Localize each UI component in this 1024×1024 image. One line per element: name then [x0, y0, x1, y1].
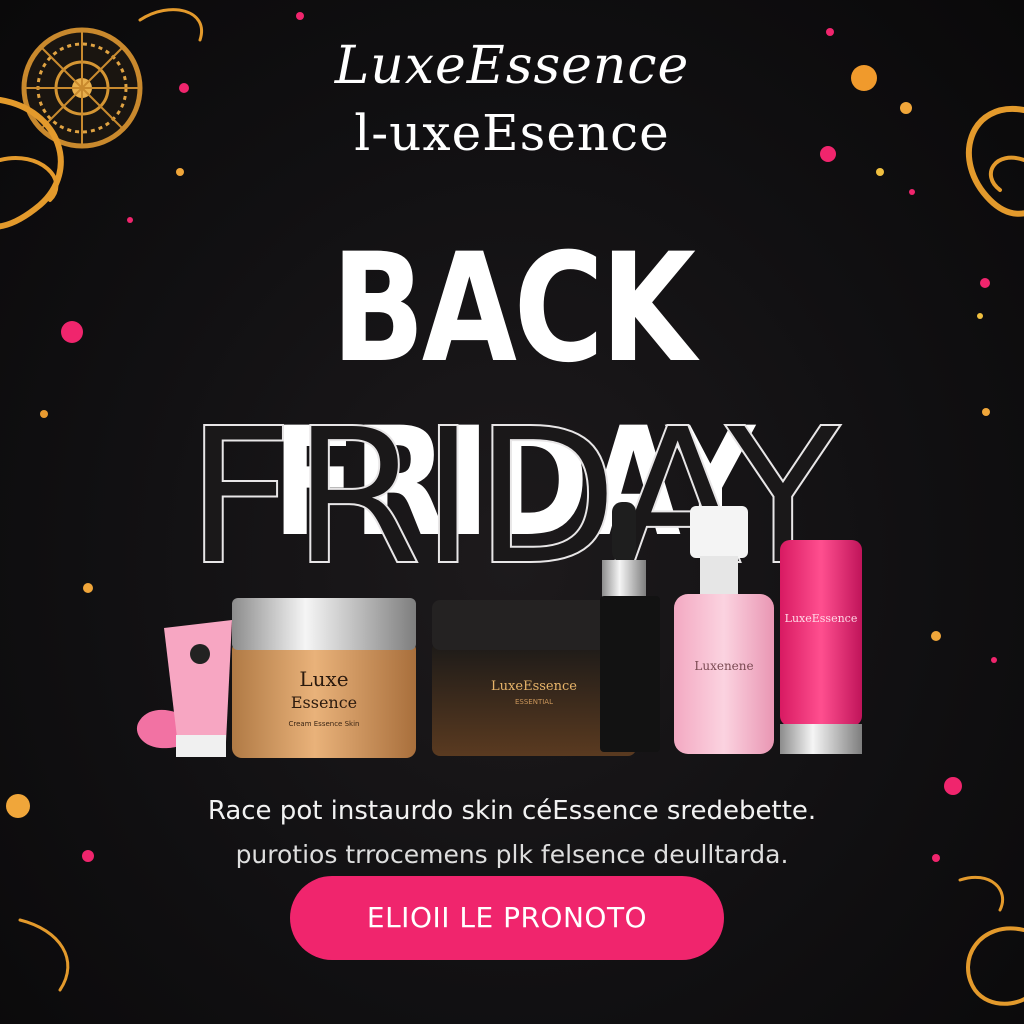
product-pink-bottle: LuxeEssence — [780, 540, 862, 754]
promo-poster: LuxeEssence l-uxeEsence BACK FRIDAY FRID… — [0, 0, 1024, 1024]
description-line-2: purotios trrocemens plk felsence deullta… — [235, 840, 789, 869]
jar-black-label-1: LuxeEssence — [491, 679, 577, 694]
bottle-label: LuxeEssence — [785, 612, 858, 625]
jar-gold-label-2: Essence — [291, 693, 357, 712]
jar-gold-sub-label: Cream Essence Skin — [289, 720, 360, 728]
product-jar-gold: Luxe Essence Cream Essence Skin — [232, 598, 416, 758]
product-dropper — [600, 502, 660, 752]
pump-label: Luxenene — [694, 659, 753, 673]
product-lineup: Luxe Essence Cream Essence Skin LuxeEsse… — [136, 502, 862, 758]
description-line-1: Race pot instaurdo skin céEssence sredeb… — [207, 796, 817, 826]
jar-black-label-2: ESSENTIAL — [515, 698, 553, 706]
product-pump-bottle: Luxenene — [674, 506, 774, 754]
product-tube — [136, 620, 232, 757]
cta-button[interactable]: ELIOII LE PRONOTO — [290, 876, 724, 960]
jar-gold-label-1: Luxe — [299, 667, 348, 691]
